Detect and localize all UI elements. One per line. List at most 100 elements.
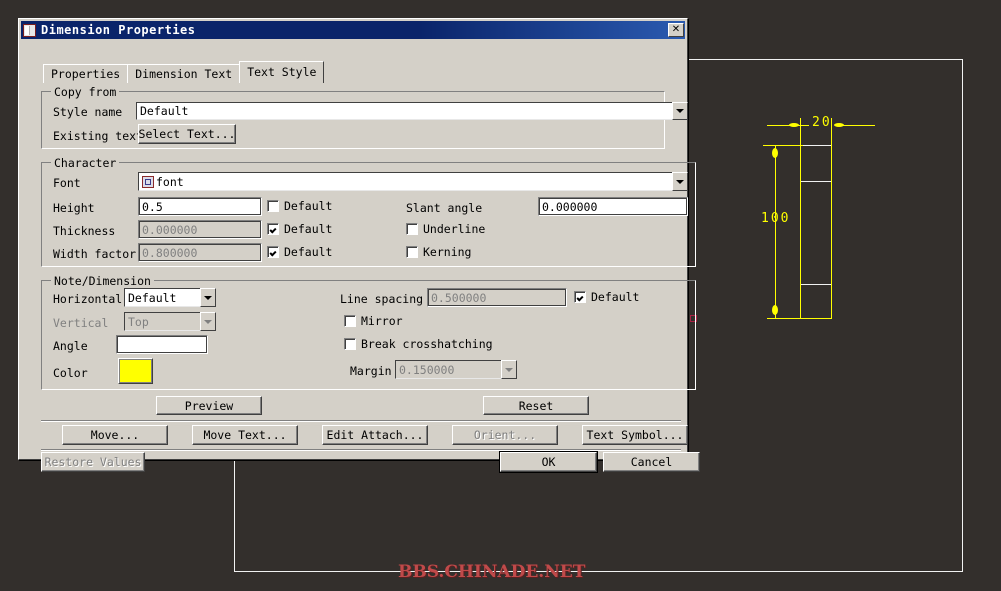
part-edge-mid1 — [800, 181, 832, 182]
mirror-checkbox[interactable]: Mirror — [344, 314, 403, 328]
style-name-combo[interactable]: Default — [136, 102, 688, 120]
dim-v-line — [775, 145, 776, 319]
horizontal-label: Horizontal — [53, 292, 123, 306]
angle-input[interactable] — [116, 335, 208, 354]
checkbox-box — [267, 200, 279, 212]
preview-button[interactable]: Preview — [156, 396, 262, 415]
note-dimension-group-label: Note/Dimension — [51, 274, 154, 288]
line-spacing-input: 0.500000 — [427, 288, 567, 307]
color-swatch — [119, 359, 152, 383]
font-combo[interactable]: font — [138, 172, 688, 191]
part-outline-right — [831, 118, 832, 319]
line-spacing-default-label: Default — [591, 290, 640, 304]
thickness-label: Thickness — [53, 224, 116, 238]
sheet-border-bottom — [234, 571, 963, 572]
chevron-down-icon[interactable] — [672, 102, 688, 120]
height-label: Height — [53, 201, 95, 215]
part-edge-top — [800, 145, 832, 146]
close-icon[interactable]: ✕ — [668, 23, 684, 37]
reset-button[interactable]: Reset — [483, 396, 589, 415]
chevron-down-icon — [200, 312, 216, 331]
margin-label: Margin — [350, 364, 392, 378]
line-spacing-label: Line spacing — [340, 292, 424, 306]
copy-from-group-label: Copy from — [51, 85, 120, 99]
dim-h-value: 20 — [812, 115, 832, 130]
width-factor-default-checkbox[interactable]: Default — [267, 245, 332, 259]
watermark-text: BBS.CHINADE.NET — [398, 562, 586, 582]
part-edge-mid2 — [800, 284, 832, 285]
checkbox-box — [406, 246, 418, 258]
sheet-border-right — [962, 59, 963, 572]
checkbox-box — [344, 315, 356, 327]
divider-2 — [41, 449, 681, 451]
style-name-value: Default — [136, 102, 672, 120]
font-label: Font — [53, 176, 81, 190]
chevron-down-icon — [501, 360, 517, 379]
part-outline-bottom — [767, 318, 832, 319]
font-file-icon — [142, 175, 154, 188]
slant-angle-label: Slant angle — [406, 201, 483, 215]
window-icon — [23, 23, 36, 37]
chevron-down-icon[interactable] — [200, 288, 216, 307]
font-value-wrap: font — [138, 172, 672, 191]
chevron-down-icon[interactable] — [672, 172, 688, 191]
text-symbol-button[interactable]: Text Symbol... — [582, 425, 688, 445]
width-factor-label: Width factor — [53, 247, 137, 261]
tab-strip: Properties Dimension Text Text Style — [43, 61, 325, 83]
height-default-checkbox[interactable]: Default — [267, 199, 332, 213]
thickness-default-checkbox[interactable]: Default — [267, 222, 332, 236]
select-text-button[interactable]: Select Text... — [138, 124, 236, 144]
vertical-combo: Top — [124, 312, 216, 331]
mirror-label: Mirror — [361, 314, 403, 328]
cancel-button[interactable]: Cancel — [603, 452, 700, 472]
vertical-label: Vertical — [53, 316, 109, 330]
edit-attach-button[interactable]: Edit Attach... — [322, 425, 428, 445]
dim-h-arrow-right — [834, 123, 844, 127]
vertical-value: Top — [124, 312, 200, 331]
checkbox-box — [344, 338, 356, 350]
tab-dimension-text[interactable]: Dimension Text — [127, 64, 241, 83]
kerning-label: Kerning — [423, 245, 472, 259]
break-crosshatching-checkbox[interactable]: Break crosshatching — [344, 337, 493, 351]
horizontal-value: Default — [124, 288, 200, 307]
restore-values-button: Restore Values — [41, 452, 145, 472]
underline-checkbox[interactable]: Underline — [406, 222, 485, 236]
character-group-label: Character — [51, 156, 120, 170]
ok-button[interactable]: OK — [500, 452, 597, 472]
dialog-title-bar[interactable]: Dimension Properties ✕ — [21, 21, 685, 39]
line-spacing-default-checkbox[interactable]: Default — [574, 290, 639, 304]
dim-h-arrow-left — [789, 123, 799, 127]
height-default-label: Default — [284, 199, 333, 213]
existing-text-label: Existing text — [53, 129, 144, 143]
divider-1 — [41, 420, 681, 422]
margin-combo: 0.150000 — [395, 360, 517, 379]
kerning-checkbox[interactable]: Kerning — [406, 245, 471, 259]
tab-properties[interactable]: Properties — [43, 64, 129, 83]
underline-label: Underline — [423, 222, 486, 236]
dialog-title: Dimension Properties — [41, 23, 196, 37]
angle-label: Angle — [53, 339, 88, 353]
dim-v-arrow-top — [772, 148, 778, 158]
color-swatch-button[interactable] — [118, 358, 153, 384]
checkbox-box — [267, 223, 279, 235]
break-crosshatching-label: Break crosshatching — [361, 337, 493, 351]
dim-h-line-left — [767, 125, 809, 126]
width-factor-input: 0.800000 — [138, 243, 262, 262]
color-label: Color — [53, 366, 88, 380]
tab-text-style[interactable]: Text Style — [239, 61, 325, 83]
dimension-properties-dialog: Dimension Properties ✕ Properties Dimens… — [18, 18, 700, 472]
move-text-button[interactable]: Move Text... — [192, 425, 298, 445]
part-outline-left — [800, 118, 801, 319]
style-name-label: Style name — [53, 105, 123, 119]
slant-angle-input[interactable]: 0.000000 — [538, 197, 688, 216]
orient-button: Orient... — [452, 425, 558, 445]
thickness-default-label: Default — [284, 222, 333, 236]
width-factor-default-label: Default — [284, 245, 333, 259]
checkbox-box — [574, 291, 586, 303]
dim-v-value: 100 — [761, 211, 791, 226]
horizontal-combo[interactable]: Default — [124, 288, 216, 307]
font-value: font — [156, 174, 184, 189]
height-input[interactable]: 0.5 — [138, 197, 262, 216]
thickness-input: 0.000000 — [138, 220, 262, 239]
move-button[interactable]: Move... — [62, 425, 168, 445]
